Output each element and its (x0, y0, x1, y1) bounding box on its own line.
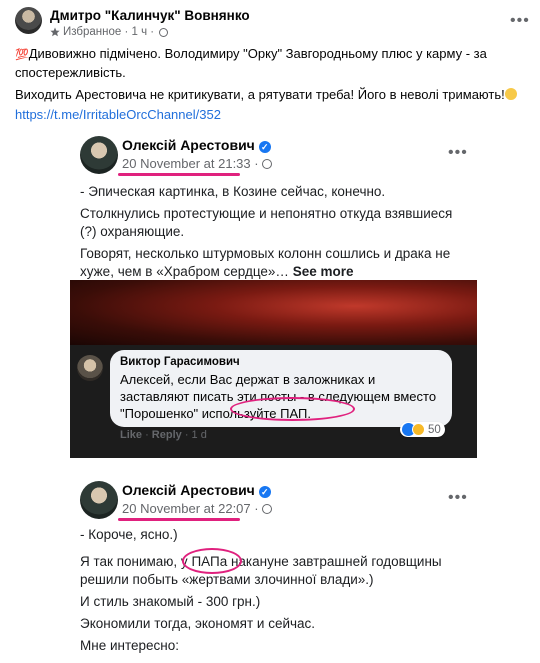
comment-reactions: 50 (400, 422, 445, 437)
embedded-author-avatar (80, 136, 118, 174)
embedded-post-2: Олексій Арестович ✓ 20 November at 22:07 … (70, 473, 477, 663)
highlight-circle (182, 548, 242, 574)
embedded-author-name: Олексій Арестович ✓ (122, 137, 271, 153)
embedded-more-icon: ••• (448, 489, 468, 506)
post-header: Дмитро "Калинчук" Вовнянко Избранное · 1… (0, 0, 540, 40)
comment-reply-link: Reply (151, 429, 182, 441)
embedded-post-line-2: Столкнулись протестующие и непонятно отк… (80, 206, 453, 239)
comment-author-avatar (77, 355, 103, 381)
author-avatar[interactable] (15, 7, 42, 34)
verified-badge-icon: ✓ (258, 141, 271, 153)
post-more-options-icon[interactable]: ••• (510, 12, 530, 30)
embedded-post-line-3-text: Говорят, несколько штурмовых колонн сошл… (80, 246, 451, 279)
highlight-underline (118, 518, 240, 521)
post-paragraph-1-text: Дивовижно підмічено. Володимиру "Орку" З… (15, 46, 487, 80)
post-link[interactable]: https://t.me/IrritableOrcChannel/352 (15, 106, 530, 123)
globe-icon (261, 159, 272, 169)
embedded-post-line-4: Экономили тогда, экономят и сейчас. (80, 616, 316, 631)
comment-bubble: Виктор Гарасимович Алексей, если Вас дер… (110, 350, 452, 427)
hundred-points-emoji: 💯 (15, 49, 29, 61)
embedded-more-icon: ••• (448, 144, 468, 161)
embedded-author-name: Олексій Арестович ✓ (122, 482, 271, 498)
embedded-post-line-1: - Короче, ясно.) (80, 527, 178, 542)
verified-badge-icon: ✓ (258, 486, 271, 498)
comment-age: 1 d (191, 429, 207, 441)
embedded-author-name-text: Олексій Арестович (122, 482, 255, 498)
embedded-author-name-text: Олексій Арестович (122, 137, 255, 153)
embedded-post-time: 20 November at 21:33 · (122, 156, 272, 171)
embedded-post-time: 20 November at 22:07 · (122, 501, 272, 516)
comment-like-link: Like (120, 429, 143, 441)
audience-globe-icon[interactable] (159, 27, 169, 37)
embedded-post-line-3: Говорят, несколько штурмовых колонн сошл… (80, 245, 470, 281)
embedded-post-time-text: 20 November at 22:07 · (122, 501, 259, 516)
embedded-post-line-1: - Эпическая картинка, в Козине сейчас, к… (80, 184, 386, 199)
post-paragraph-2-text: Виходить Арестовича не критикувати, а ря… (15, 87, 505, 102)
post-meta-label[interactable]: Избранное · 1 ч · (63, 26, 154, 38)
embedded-author-avatar (80, 481, 118, 519)
post-paragraph-2: Виходить Арестовича не критикувати, а ря… (15, 86, 530, 103)
grinning-face-icon (504, 88, 517, 100)
embedded-post-line-2-before: Я так понимаю, у (80, 554, 192, 569)
embedded-post-line-5: Мне интересно: (80, 638, 179, 653)
post-paragraph-1: 💯Дивовижно підмічено. Володимиру "Орку" … (15, 45, 530, 81)
favorites-star-icon (50, 27, 60, 37)
embedded-post-line-2: Я так понимаю, у ПАПа накануне завтрашне… (80, 553, 470, 589)
highlight-underline (118, 173, 240, 176)
reaction-count: 50 (428, 423, 441, 436)
embedded-post-1: Олексій Арестович ✓ 20 November at 21:33 … (70, 128, 477, 280)
comment-actions: Like · Reply · 1 d (120, 429, 207, 441)
post-meta: Избранное · 1 ч · (50, 26, 169, 38)
author-name[interactable]: Дмитро "Калинчук" Вовнянко (50, 8, 250, 23)
embedded-post-image (70, 280, 477, 345)
embedded-post-time-text: 20 November at 21:33 · (122, 156, 259, 171)
globe-icon (261, 504, 272, 514)
comment-author-name: Виктор Гарасимович (120, 356, 240, 368)
see-more-link: See more (292, 264, 354, 279)
haha-reaction-icon (412, 423, 425, 436)
highlight-circle (230, 397, 355, 421)
embedded-screenshot: Олексій Арестович ✓ 20 November at 21:33 … (70, 128, 477, 663)
embedded-post-line-3: И стиль знакомый - 300 грн.) (80, 594, 261, 609)
